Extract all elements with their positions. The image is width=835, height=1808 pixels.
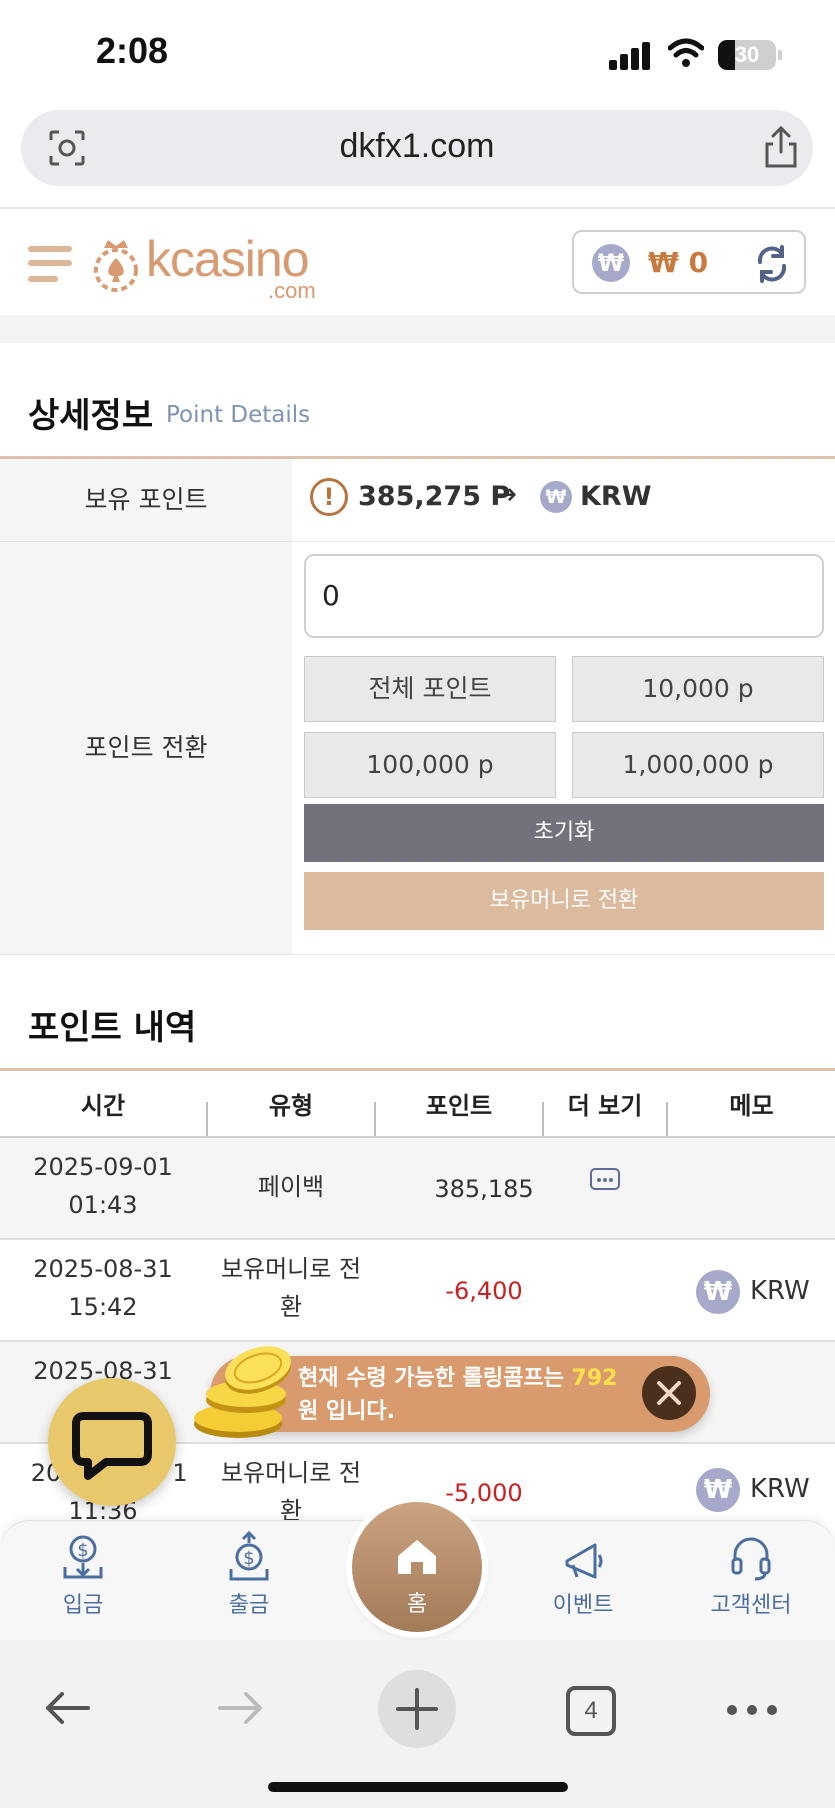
balance-box: ₩ ₩ 0 — [572, 230, 806, 294]
row-type: 페이백 — [257, 1173, 325, 1201]
toast-message: 현재 수령 가능한 롤링콤프는 792 원 입니다. — [298, 1362, 628, 1428]
nav-support[interactable]: 고객센터 — [696, 1531, 806, 1619]
balance-amount: ₩ 0 — [648, 246, 709, 279]
preset-all-button[interactable]: 전체 포인트 — [304, 656, 556, 722]
table-row[interactable]: 2025-09-01 01:43 페이백 385,185 — [0, 1138, 835, 1240]
held-points-row: ! 385,275 P → ₩ KRW — [292, 459, 835, 541]
logo-sub: .com — [268, 278, 316, 303]
convert-label: 포인트 전환 — [0, 542, 292, 954]
won-icon: ₩ — [540, 481, 572, 513]
status-bar: 2:08 30 — [0, 0, 835, 100]
row-date: 2025-09-01 — [33, 1153, 173, 1181]
browser-toolbar: 4 — [0, 1640, 835, 1808]
megaphone-icon — [565, 1543, 603, 1579]
preset-100000-button[interactable]: 100,000 p — [304, 732, 556, 798]
history-title: 포인트 내역 — [28, 1008, 197, 1048]
forward-icon[interactable] — [216, 1688, 266, 1728]
history-table-header: 시간 유형 포인트 더 보기 메모 — [0, 1072, 835, 1136]
share-icon[interactable] — [761, 124, 801, 170]
row-type: 보유머니로 전 — [220, 1255, 362, 1283]
spade-crown-icon — [94, 240, 138, 292]
svg-text:$: $ — [77, 1540, 88, 1561]
chat-button[interactable] — [48, 1378, 176, 1506]
warning-icon: ! — [310, 478, 348, 516]
arrow-right-icon: → — [492, 477, 518, 512]
nav-support-label: 고객센터 — [710, 1593, 792, 1618]
col-memo: 메모 — [729, 1092, 774, 1120]
row-points: 385,185 — [434, 1175, 534, 1203]
details-subtitle: Point Details — [166, 402, 311, 428]
back-icon[interactable] — [42, 1688, 92, 1728]
home-icon — [398, 1540, 436, 1574]
held-points-label: 보유 포인트 — [0, 459, 292, 541]
withdraw-icon: $ — [229, 1531, 269, 1581]
row-points: -6,400 — [445, 1277, 523, 1305]
headset-icon — [731, 1537, 771, 1581]
row-type: 보유머니로 전 — [220, 1459, 362, 1487]
refresh-icon[interactable] — [752, 244, 792, 284]
table-row[interactable]: 2025-08-31 15:42 보유머니로 전 환 -6,400 ₩ KRW — [0, 1240, 835, 1342]
row-type-cont: 환 — [279, 1293, 303, 1321]
battery-icon: 30 — [718, 40, 776, 70]
nav-home-button[interactable]: 홈 — [352, 1502, 482, 1632]
section-divider — [0, 1068, 835, 1071]
row-date: 2025-08-31 — [33, 1255, 173, 1283]
site-logo[interactable]: kcasino .com — [92, 231, 332, 303]
nav-events[interactable]: 이벤트 — [528, 1531, 638, 1619]
target-currency: KRW — [580, 481, 652, 512]
deposit-icon: $ — [63, 1535, 103, 1579]
site-header: kcasino .com ₩ ₩ 0 — [0, 210, 835, 315]
nav-home-label: 홈 — [406, 1592, 428, 1617]
nav-deposit-label: 입금 — [62, 1593, 104, 1618]
row-memo: KRW — [750, 1276, 810, 1306]
row-memo: KRW — [750, 1474, 810, 1504]
won-icon: ₩ — [592, 244, 630, 282]
col-time: 시간 — [80, 1092, 126, 1120]
won-icon: ₩ — [696, 1468, 740, 1512]
cellular-signal-icon — [609, 40, 653, 70]
row-time: 15:42 — [68, 1293, 138, 1321]
divider — [0, 207, 835, 209]
menu-icon[interactable] — [28, 240, 72, 286]
toast-text-after: 원 입니다. — [298, 1399, 395, 1424]
row-time: 01:43 — [68, 1191, 138, 1219]
nav-withdraw[interactable]: $ 출금 — [194, 1531, 304, 1619]
reset-button[interactable]: 초기화 — [304, 804, 824, 862]
preset-1000000-button[interactable]: 1,000,000 p — [572, 732, 824, 798]
held-points-value: 385,275 P — [358, 481, 511, 512]
nav-events-label: 이벤트 — [552, 1593, 614, 1618]
home-indicator — [268, 1782, 568, 1792]
battery-level: 30 — [734, 42, 760, 67]
preset-10000-button[interactable]: 10,000 p — [572, 656, 824, 722]
col-points: 포인트 — [425, 1092, 493, 1120]
wifi-icon — [668, 38, 704, 67]
more-details-icon[interactable] — [590, 1168, 620, 1190]
nav-withdraw-label: 출금 — [228, 1593, 270, 1618]
convert-panel: 0 전체 포인트 10,000 p 100,000 p 1,000,000 p … — [292, 542, 835, 954]
battery-cap — [778, 50, 782, 60]
convert-to-money-button[interactable]: 보유머니로 전환 — [304, 872, 824, 930]
toast-text-before: 현재 수령 가능한 롤링콤프는 — [298, 1366, 572, 1391]
col-type: 유형 — [268, 1092, 314, 1120]
point-amount-input[interactable]: 0 — [304, 554, 824, 638]
new-tab-button[interactable] — [378, 1670, 456, 1748]
gold-coins-icon — [194, 1346, 291, 1438]
details-title: 상세정보 — [28, 396, 154, 436]
gray-band — [0, 315, 835, 343]
more-options-icon[interactable] — [724, 1702, 780, 1718]
svg-text:$: $ — [243, 1548, 254, 1569]
url-text: dkfx1.com — [339, 127, 495, 165]
close-icon — [657, 1381, 681, 1405]
won-icon: ₩ — [696, 1270, 740, 1314]
toast-close-button[interactable] — [642, 1366, 696, 1420]
col-more: 더 보기 — [567, 1092, 643, 1120]
toast-amount: 792 — [571, 1366, 618, 1391]
status-time: 2:08 — [96, 30, 169, 71]
plus-icon — [396, 1688, 438, 1730]
row-divider — [0, 954, 835, 955]
tabs-button[interactable]: 4 — [566, 1686, 616, 1736]
nav-deposit[interactable]: $ 입금 — [28, 1531, 138, 1619]
address-bar[interactable]: dkfx1.com — [21, 110, 813, 186]
chat-bubble-icon — [72, 1412, 152, 1480]
